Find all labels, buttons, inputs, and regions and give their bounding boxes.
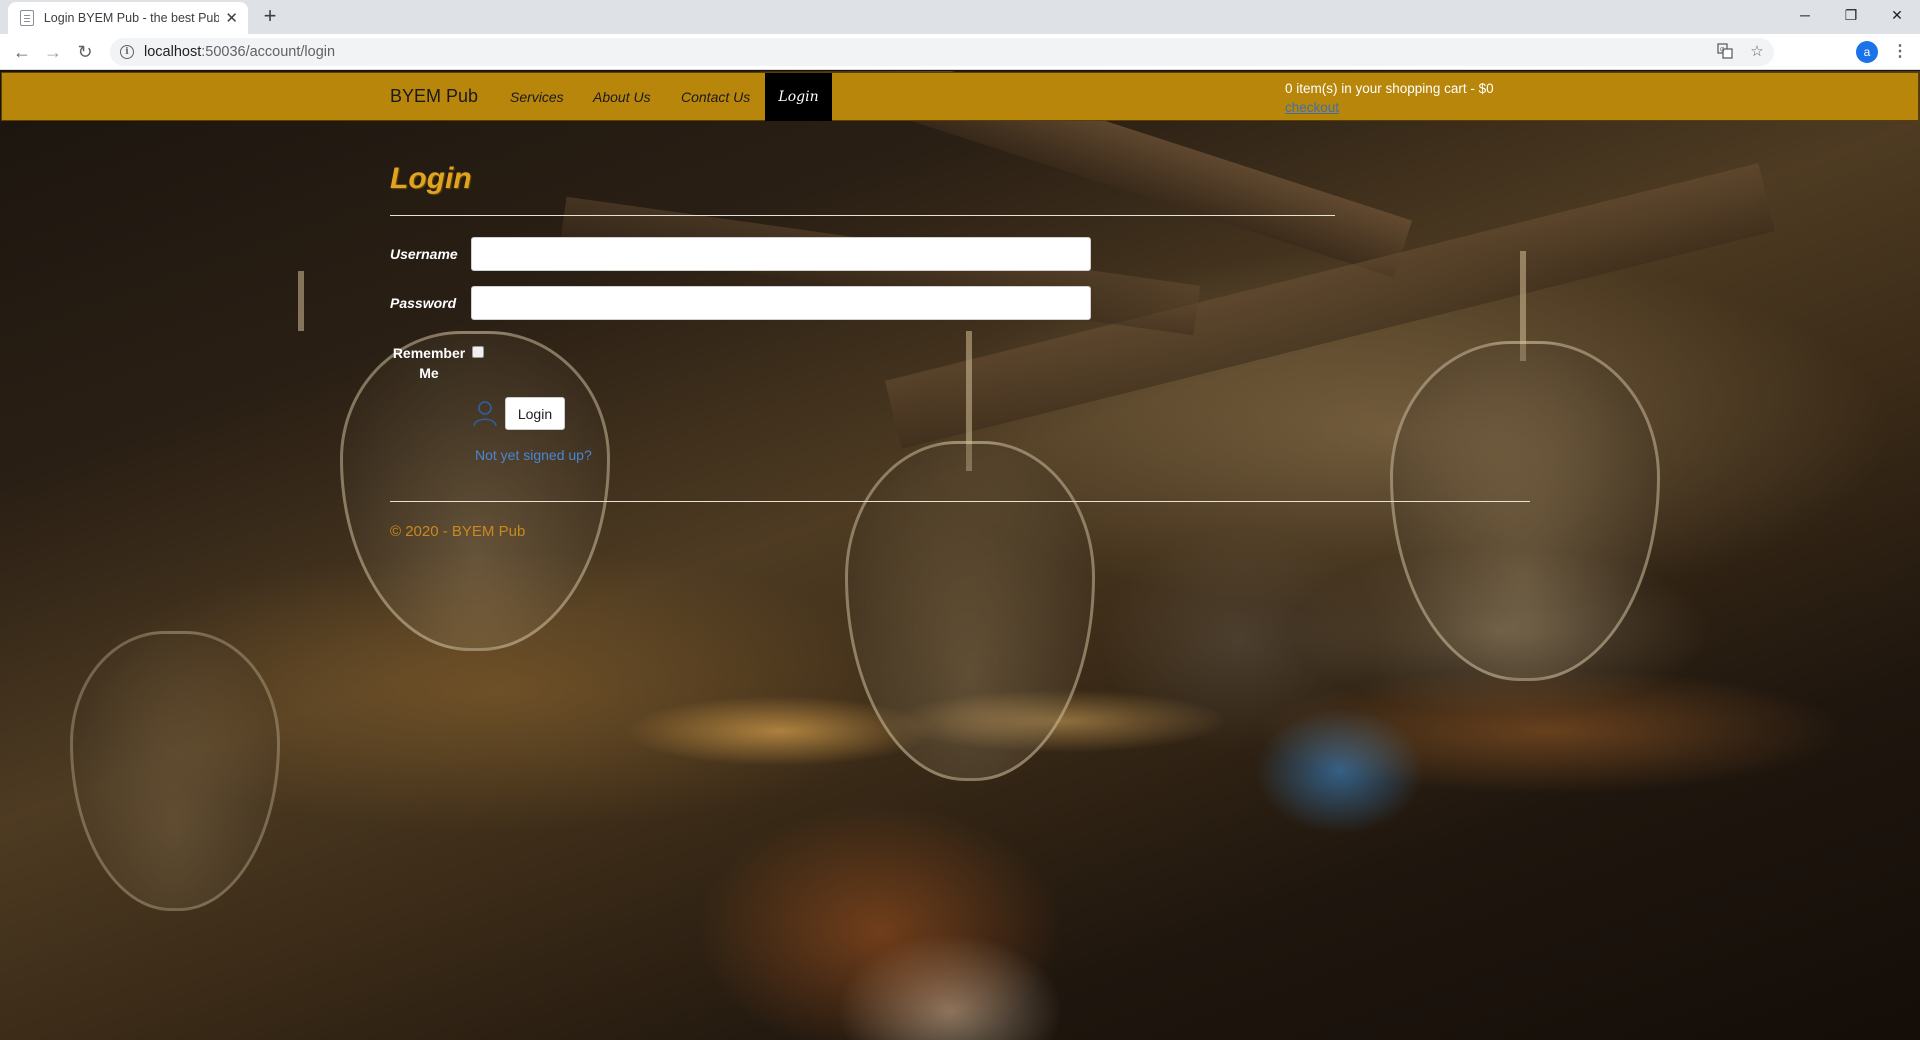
nav-about-us[interactable]: About Us [593, 89, 651, 105]
restore-icon[interactable]: ❐ [1828, 0, 1874, 30]
username-label: Username [390, 246, 458, 262]
page-icon [20, 10, 34, 26]
remember-me-label: Remember Me [392, 345, 466, 381]
close-window-icon[interactable]: ✕ [1874, 0, 1920, 30]
new-tab-icon[interactable]: + [258, 5, 282, 29]
brand-link[interactable]: BYEM Pub [390, 86, 478, 107]
window-controls: ─ ❐ ✕ [1782, 0, 1920, 30]
tab-title: Login BYEM Pub - the best Pub [43, 11, 220, 25]
svg-text:G: G [1720, 47, 1725, 54]
page-title: Login [390, 162, 472, 195]
back-arrow-icon[interactable]: ← [10, 40, 34, 64]
browser-tab[interactable]: Login BYEM Pub - the best Pub ✕ [8, 2, 248, 34]
address-bar[interactable]: i localhost:50036/account/login G ☆ [110, 38, 1774, 66]
forward-arrow-icon[interactable]: → [41, 40, 65, 64]
info-icon[interactable]: i [120, 45, 134, 59]
footer-copyright: © 2020 - BYEM Pub [390, 523, 526, 540]
profile-avatar[interactable]: a [1856, 41, 1878, 63]
login-button[interactable]: Login [505, 397, 565, 430]
checkout-link[interactable]: checkout [1285, 100, 1339, 115]
username-input[interactable] [471, 237, 1091, 271]
password-input[interactable] [471, 286, 1091, 320]
user-icon [473, 401, 497, 427]
address-bar-actions: G ☆ [1716, 42, 1766, 60]
translate-icon[interactable]: G [1716, 42, 1734, 60]
bookmark-star-icon[interactable]: ☆ [1748, 42, 1766, 60]
nav-services[interactable]: Services [510, 89, 564, 105]
reload-icon[interactable]: ↻ [73, 40, 97, 64]
signup-link[interactable]: Not yet signed up? [475, 447, 592, 463]
page-viewport: BYEM Pub Services About Us Contact Us Lo… [0, 71, 1920, 1040]
password-label: Password [390, 295, 457, 311]
nav-contact-us[interactable]: Contact Us [681, 89, 750, 105]
browser-toolbar: ← → ↻ i localhost:50036/account/login G … [0, 34, 1920, 70]
browser-menu-icon[interactable]: ⋮ [1890, 42, 1910, 62]
close-tab-icon[interactable]: ✕ [225, 9, 238, 27]
nav-login[interactable]: Login [765, 73, 832, 121]
url-path: :50036/account/login [201, 44, 336, 60]
title-divider [390, 215, 1335, 216]
browser-tabstrip: Login BYEM Pub - the best Pub ✕ + ─ ❐ ✕ [0, 0, 1920, 34]
minimize-icon[interactable]: ─ [1782, 0, 1828, 30]
remember-me-checkbox[interactable] [472, 346, 484, 358]
url-host: localhost [144, 44, 202, 60]
site-navbar: BYEM Pub Services About Us Contact Us Lo… [1, 72, 1919, 121]
cart-summary: 0 item(s) in your shopping cart - $0 [1285, 81, 1494, 96]
footer-divider [390, 501, 1530, 502]
